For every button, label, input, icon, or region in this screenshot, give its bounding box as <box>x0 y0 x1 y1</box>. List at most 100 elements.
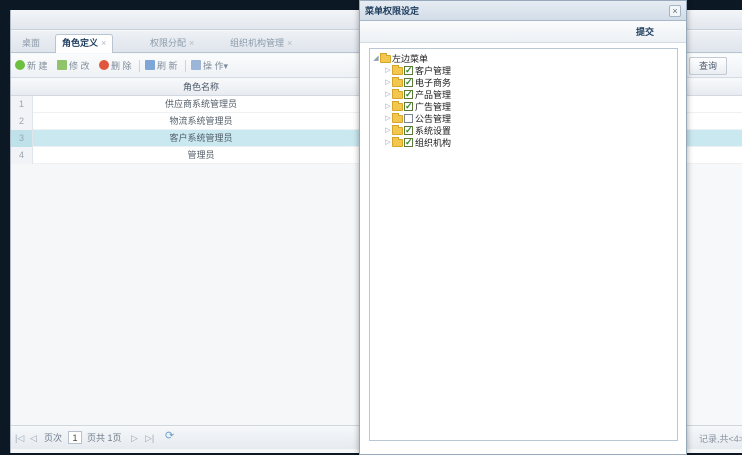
expand-arrow-icon[interactable]: ▷ <box>384 65 392 77</box>
dialog-toolbar: 提交 <box>360 21 686 43</box>
folder-icon <box>392 77 403 87</box>
edit-label: 修 改 <box>69 61 90 71</box>
grid-row-right-selected <box>692 130 742 147</box>
next-page-icon[interactable]: ▷ <box>131 432 138 444</box>
tree-node-label: 组织机构 <box>415 138 452 148</box>
action-menu-button[interactable]: 操 作▾ <box>191 59 228 73</box>
expand-arrow-icon[interactable]: ▷ <box>384 137 392 149</box>
tab-permission-assignment[interactable]: 权限分配 × <box>143 34 201 53</box>
role-name-cell: 供应商系统管理员 <box>164 99 237 109</box>
checkbox[interactable] <box>404 64 413 76</box>
edit-icon <box>57 60 67 70</box>
record-summary: 记录,共<4>条 <box>699 434 742 444</box>
checkbox[interactable] <box>404 114 413 123</box>
expand-arrow-icon[interactable]: ◢ <box>372 53 380 65</box>
tab-label: 组织机构管理 <box>230 38 285 48</box>
first-page-icon[interactable]: |◁ <box>15 432 24 444</box>
refresh-icon <box>145 60 155 70</box>
folder-icon <box>392 65 403 75</box>
checkbox[interactable] <box>404 100 413 112</box>
query-button[interactable]: 查询 <box>689 57 727 75</box>
prev-page-icon[interactable]: ◁ <box>30 432 37 444</box>
page-prefix: 页次 <box>44 433 63 443</box>
close-icon[interactable]: × <box>189 38 194 48</box>
expand-arrow-icon[interactable]: ▷ <box>384 125 392 137</box>
grid-row-right <box>692 96 742 113</box>
tree-node[interactable]: ▷ 组织机构 <box>384 136 452 149</box>
delete-icon <box>99 60 109 70</box>
row-number: 3 <box>11 130 33 147</box>
tree-node-label: 系统设置 <box>415 126 452 136</box>
tree-node[interactable]: ▷ 产品管理 <box>384 88 452 101</box>
chevron-down-icon: ▾ <box>223 61 229 71</box>
role-name-cell: 管理员 <box>187 150 215 160</box>
grid-row-right <box>692 113 742 130</box>
tree-node[interactable]: ▷ 系统设置 <box>384 124 452 137</box>
page-total: 页共 1页 <box>87 433 122 443</box>
close-icon[interactable]: × <box>101 38 106 48</box>
folder-icon <box>392 137 403 147</box>
dialog-title-bar[interactable]: 菜单权限设定 × <box>360 1 686 21</box>
page-number-input[interactable] <box>68 431 82 444</box>
toolbar-divider <box>185 60 186 72</box>
folder-icon <box>392 113 403 123</box>
checkbox[interactable] <box>404 76 413 88</box>
expand-arrow-icon[interactable]: ▷ <box>384 77 392 89</box>
folder-icon <box>392 89 403 99</box>
role-name-cell: 客户系统管理员 <box>169 133 233 143</box>
refresh-button[interactable]: 刷 新 <box>145 59 178 73</box>
row-number: 2 <box>11 113 33 130</box>
folder-open-icon <box>380 53 391 63</box>
tree-node-label: 广告管理 <box>415 102 452 112</box>
edit-button[interactable]: 修 改 <box>57 59 90 73</box>
grid-row-right <box>692 147 742 164</box>
delete-button[interactable]: 删 除 <box>99 59 132 73</box>
tab-label: 权限分配 <box>150 38 187 48</box>
last-page-icon[interactable]: ▷| <box>145 432 154 444</box>
delete-label: 删 除 <box>111 61 132 71</box>
role-name-cell: 物流系统管理员 <box>169 116 233 126</box>
checkbox[interactable] <box>404 124 413 136</box>
tree-node[interactable]: ▷ 客户管理 <box>384 64 452 77</box>
refresh-icon[interactable]: ⟳ <box>165 430 174 442</box>
add-icon <box>15 60 25 70</box>
folder-icon <box>392 125 403 135</box>
tree-node[interactable]: ▷ 公告管理 <box>384 113 451 125</box>
new-label: 新 建 <box>27 61 48 71</box>
tab-label: 桌面 <box>22 38 41 48</box>
menu-tree: ◢ 左边菜单 ▷ 客户管理 ▷ 电子商务 ▷ 产品管理 ▷ 广告管理 ▷ 公告管理 ▷ 系统设… <box>369 48 678 441</box>
action-label: 操 作 <box>203 61 224 71</box>
expand-arrow-icon[interactable]: ▷ <box>384 89 392 101</box>
toolbar-divider <box>139 60 140 72</box>
tab-org-management[interactable]: 组织机构管理 × <box>223 34 299 53</box>
tree-node-label: 电子商务 <box>415 78 452 88</box>
menu-permission-dialog: 菜单权限设定 × 提交 ◢ 左边菜单 ▷ 客户管理 ▷ 电子商务 ▷ 产品管理 ▷ 广告管… <box>359 0 687 455</box>
tree-node-label: 客户管理 <box>415 66 452 76</box>
row-number: 4 <box>11 147 33 164</box>
submit-button[interactable]: 提交 <box>622 25 668 40</box>
folder-icon <box>392 101 403 111</box>
tree-node[interactable]: ▷ 电子商务 <box>384 76 452 89</box>
dialog-title: 菜单权限设定 <box>365 6 420 16</box>
tree-node[interactable]: ▷ 广告管理 <box>384 100 452 113</box>
expand-arrow-icon[interactable]: ▷ <box>384 113 392 125</box>
tree-node-root[interactable]: ◢ 左边菜单 <box>372 53 428 65</box>
close-icon[interactable]: × <box>669 5 681 17</box>
tab-desktop[interactable]: 桌面 <box>15 34 47 53</box>
new-button[interactable]: 新 建 <box>15 59 48 73</box>
tab-label: 角色定义 <box>62 38 99 48</box>
row-number: 1 <box>11 96 33 113</box>
tree-node-label: 左边菜单 <box>392 54 429 64</box>
grid-header-right <box>692 79 742 96</box>
checkbox[interactable] <box>404 136 413 148</box>
tree-node-label: 产品管理 <box>415 90 452 100</box>
checkbox[interactable] <box>404 88 413 100</box>
expand-arrow-icon[interactable]: ▷ <box>384 101 392 113</box>
close-icon[interactable]: × <box>287 38 292 48</box>
tree-node-label: 公告管理 <box>415 114 452 124</box>
tab-role-definition[interactable]: 角色定义 × <box>55 34 114 53</box>
refresh-label: 刷 新 <box>157 61 178 71</box>
column-header-role-name[interactable]: 角色名称 <box>171 79 231 96</box>
grid-right-area <box>692 79 742 425</box>
menu-icon <box>191 60 201 70</box>
